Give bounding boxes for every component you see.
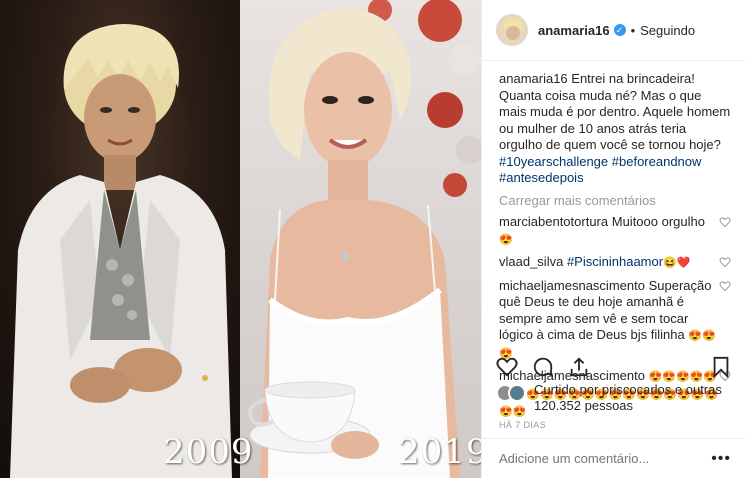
photo-2009 <box>0 0 240 478</box>
woman-2009-illustration <box>10 24 232 478</box>
hashtag[interactable]: #beforeandnow <box>612 154 702 169</box>
header-separator: • <box>630 22 636 38</box>
post-sidebar: anamaria16 ✓ • Seguindo anamaria16 Entre… <box>481 0 745 478</box>
likes-summary[interactable]: Curtido por priscocarlos e outras 120.35… <box>496 382 736 414</box>
heart-icon[interactable] <box>496 356 518 378</box>
likes-text[interactable]: Curtido por priscocarlos e outras 120.35… <box>534 382 736 414</box>
share-icon[interactable] <box>568 356 590 378</box>
avatar[interactable] <box>496 14 528 46</box>
hashtag[interactable]: #antesedepois <box>499 170 584 185</box>
comment-item: marciabentotortura Muitooo orgulho 😍 <box>499 214 731 248</box>
woman-2019-illustration <box>248 0 481 478</box>
post-date[interactable]: HÁ 7 DIAS <box>499 420 546 430</box>
comment-emoji: 😆❤️ <box>663 257 691 269</box>
post-photo[interactable]: 2009 2019 <box>0 0 481 478</box>
comment-icon[interactable] <box>532 356 554 378</box>
follow-status[interactable]: Seguindo <box>640 23 695 38</box>
comment-text[interactable]: #Piscininhaamor <box>567 254 663 269</box>
header-username[interactable]: anamaria16 <box>538 23 610 38</box>
post-header: anamaria16 ✓ • Seguindo <box>482 0 745 61</box>
caption-username[interactable]: anamaria16 <box>499 71 568 86</box>
comment-emoji: 😍 <box>499 233 513 246</box>
heart-small-icon[interactable] <box>719 216 731 228</box>
verified-icon: ✓ <box>613 24 626 36</box>
comment-username[interactable]: vlaad_silva <box>499 254 563 269</box>
comment-username[interactable]: marciabentotortura <box>499 214 608 229</box>
hashtag[interactable]: #10yearschallenge <box>499 154 608 169</box>
heart-small-icon[interactable] <box>719 280 731 292</box>
action-bar <box>496 352 731 382</box>
avatar <box>508 384 526 402</box>
comment-input[interactable] <box>499 451 712 466</box>
caption: anamaria16 Entrei na brincadeira! Quanta… <box>499 71 731 187</box>
heart-small-icon[interactable] <box>719 256 731 268</box>
year-label-2019: 2019 <box>398 432 481 472</box>
comment-item: michaeljamesnascimento Superação quê Deu… <box>499 278 731 363</box>
comment-text: Muitooo orgulho <box>611 214 705 229</box>
comment-username[interactable]: michaeljamesnascimento <box>499 278 645 293</box>
bookmark-icon[interactable] <box>711 356 731 378</box>
photo-2019 <box>240 0 481 478</box>
comment-item: vlaad_silva #Piscininhaamor😆❤️ <box>499 254 731 272</box>
load-more-comments[interactable]: Carregar mais comentários <box>499 193 731 210</box>
year-label-2009: 2009 <box>163 432 254 472</box>
more-icon[interactable]: ••• <box>711 450 731 468</box>
add-comment-bar: ••• <box>482 438 745 478</box>
liker-avatars <box>496 384 528 404</box>
